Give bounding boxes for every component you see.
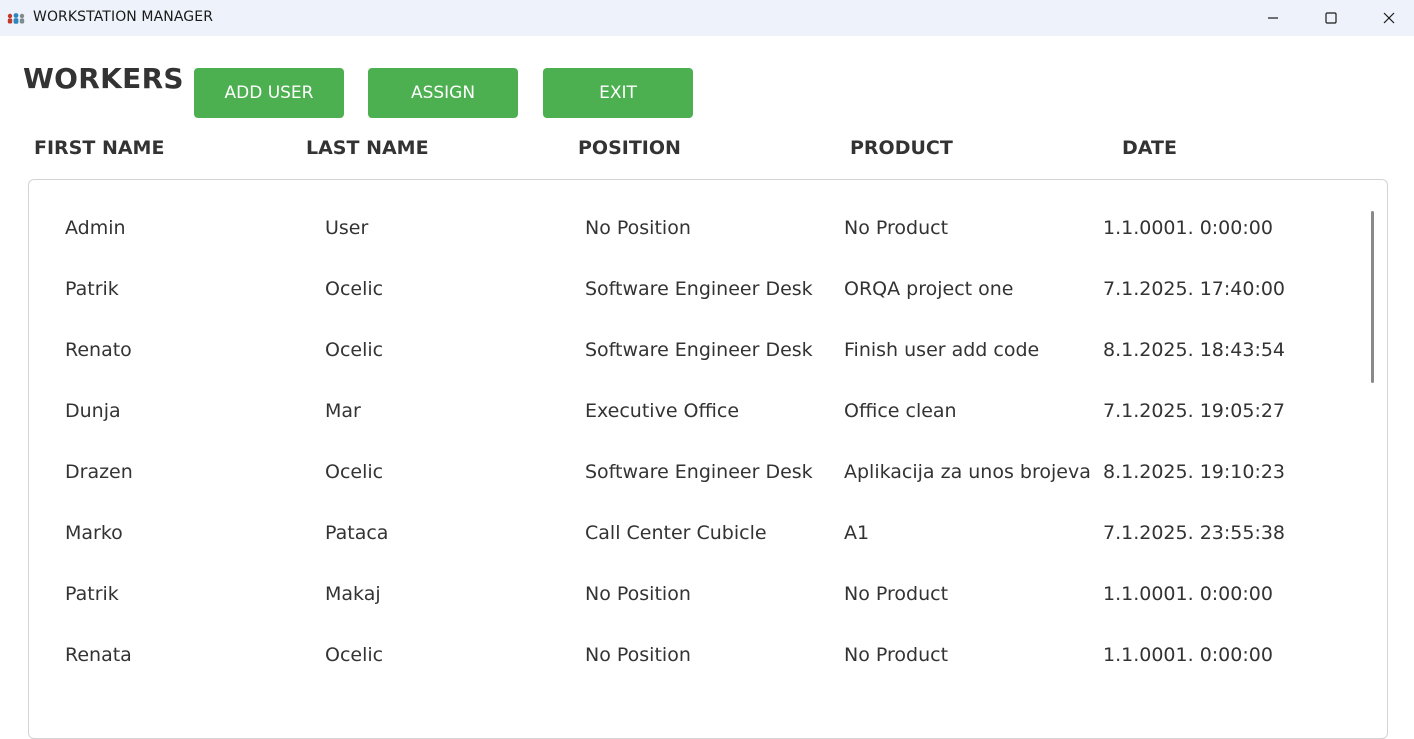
first-name-cell: Renato xyxy=(65,339,132,361)
date-cell: 7.1.2025. 17:40:00 xyxy=(1103,278,1286,300)
minimize-icon xyxy=(1267,9,1279,28)
product-cell: Finish user add code xyxy=(844,339,1040,361)
minimize-button[interactable] xyxy=(1244,0,1302,36)
close-icon xyxy=(1383,9,1395,28)
product-cell: A1 xyxy=(844,522,870,544)
column-header-last-name: LAST NAME xyxy=(306,137,429,159)
first-name-cell: Admin xyxy=(65,217,126,239)
table-row[interactable]: Dunja Mar Executive Office Office clean … xyxy=(29,381,1359,442)
position-cell: No Position xyxy=(585,217,691,239)
table-row[interactable]: Renato Ocelic Software Engineer Desk Fin… xyxy=(29,320,1359,381)
product-cell: No Product xyxy=(844,217,949,239)
last-name-cell: User xyxy=(325,217,369,239)
table-row[interactable]: Marko Pataca Call Center Cubicle A1 7.1.… xyxy=(29,503,1359,564)
position-cell: No Position xyxy=(585,644,691,666)
position-cell: No Position xyxy=(585,583,691,605)
position-cell: Software Engineer Desk xyxy=(585,278,813,300)
last-name-cell: Ocelic xyxy=(325,644,384,666)
column-header-position: POSITION xyxy=(578,137,681,159)
first-name-cell: Patrik xyxy=(65,583,119,605)
product-cell: No Product xyxy=(844,583,949,605)
last-name-cell: Mar xyxy=(325,400,361,422)
date-cell: 7.1.2025. 19:05:27 xyxy=(1103,400,1286,422)
first-name-cell: Marko xyxy=(65,522,123,544)
date-cell: 8.1.2025. 18:43:54 xyxy=(1103,339,1286,361)
date-cell: 1.1.0001. 0:00:00 xyxy=(1103,217,1273,239)
table-row[interactable]: Drazen Ocelic Software Engineer Desk Apl… xyxy=(29,442,1359,503)
position-cell: Software Engineer Desk xyxy=(585,461,813,483)
scrollbar[interactable] xyxy=(1371,211,1374,383)
column-header-date: DATE xyxy=(1122,137,1177,159)
last-name-cell: Makaj xyxy=(325,583,381,605)
table-row[interactable]: Admin User No Position No Product 1.1.00… xyxy=(29,198,1359,259)
first-name-cell: Patrik xyxy=(65,278,119,300)
position-cell: Software Engineer Desk xyxy=(585,339,813,361)
date-cell: 8.1.2025. 19:10:23 xyxy=(1103,461,1286,483)
table-row[interactable]: Patrik Ocelic Software Engineer Desk ORQ… xyxy=(29,259,1359,320)
product-cell: Aplikacija za unos brojeva xyxy=(844,461,1091,483)
position-cell: Executive Office xyxy=(585,400,740,422)
title-bar: WORKSTATION MANAGER xyxy=(0,0,1414,36)
product-cell: ORQA project one xyxy=(844,278,1014,300)
last-name-cell: Ocelic xyxy=(325,278,384,300)
product-cell: No Product xyxy=(844,644,949,666)
workers-list[interactable]: Admin User No Position No Product 1.1.00… xyxy=(28,179,1388,739)
page-title: WORKERS xyxy=(23,62,184,95)
add-user-button[interactable]: ADD USER xyxy=(194,68,344,118)
table-row[interactable]: Renata Ocelic No Position No Product 1.1… xyxy=(29,625,1359,686)
column-header-first-name: FIRST NAME xyxy=(34,137,165,159)
exit-button[interactable]: EXIT xyxy=(543,68,693,118)
last-name-cell: Pataca xyxy=(325,522,389,544)
close-button[interactable] xyxy=(1360,0,1414,36)
date-cell: 1.1.0001. 0:00:00 xyxy=(1103,644,1273,666)
maximize-button[interactable] xyxy=(1302,0,1360,36)
date-cell: 1.1.0001. 0:00:00 xyxy=(1103,583,1273,605)
people-icon xyxy=(6,11,26,25)
position-cell: Call Center Cubicle xyxy=(585,522,767,544)
column-header-product: PRODUCT xyxy=(850,137,953,159)
last-name-cell: Ocelic xyxy=(325,339,384,361)
assign-button[interactable]: ASSIGN xyxy=(368,68,518,118)
product-cell: Office clean xyxy=(844,400,957,422)
table-row[interactable]: Patrik Makaj No Position No Product 1.1.… xyxy=(29,564,1359,625)
date-cell: 7.1.2025. 23:55:38 xyxy=(1103,522,1286,544)
last-name-cell: Ocelic xyxy=(325,461,384,483)
first-name-cell: Dunja xyxy=(65,400,121,422)
maximize-icon xyxy=(1325,9,1337,28)
first-name-cell: Renata xyxy=(65,644,132,666)
window-title: WORKSTATION MANAGER xyxy=(33,9,214,25)
first-name-cell: Drazen xyxy=(65,461,133,483)
